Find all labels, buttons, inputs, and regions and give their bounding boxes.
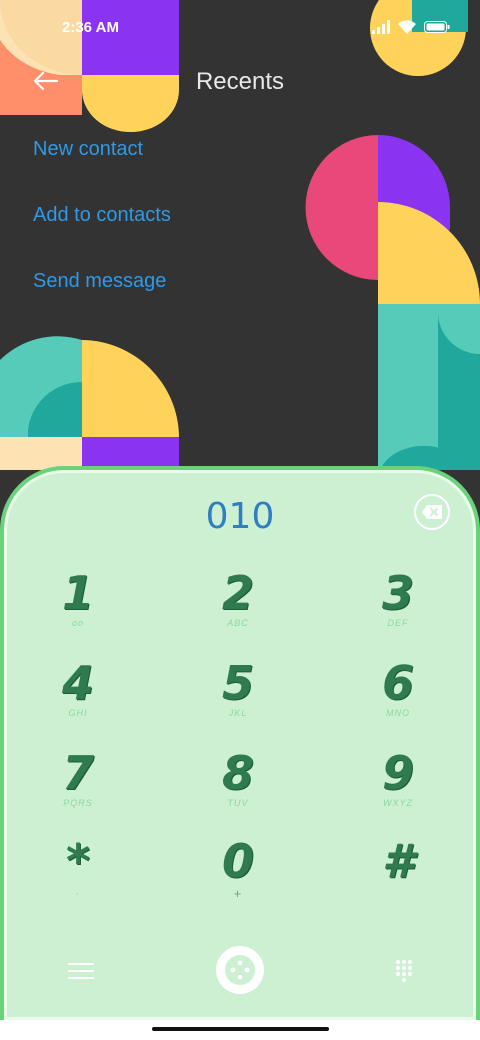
- key-9[interactable]: 9 WXYZ: [343, 746, 453, 826]
- key-digit: 5: [221, 656, 254, 710]
- home-gesture-handle[interactable]: [152, 1027, 329, 1031]
- key-digit: 1: [61, 566, 94, 620]
- key-letters: oo: [71, 618, 84, 628]
- key-digit: 3: [381, 566, 414, 620]
- key-6[interactable]: 6 MNO: [343, 656, 453, 736]
- add-to-contacts-link[interactable]: Add to contacts: [33, 204, 171, 227]
- backspace-icon: [422, 505, 442, 519]
- key-hash[interactable]: #: [343, 834, 453, 914]
- key-letters: GHI: [68, 708, 88, 718]
- key-letters: TUV: [227, 798, 249, 808]
- keypad-icon: [395, 959, 413, 983]
- key-letters: WXYZ: [383, 798, 413, 808]
- key-letters: +: [233, 886, 243, 901]
- status-icons: [372, 20, 450, 34]
- new-contact-link[interactable]: New contact: [33, 138, 143, 161]
- key-letters: ,: [76, 886, 80, 896]
- keypad-toggle-button[interactable]: [394, 958, 414, 983]
- key-7[interactable]: 7 PQRS: [23, 746, 133, 826]
- menu-button[interactable]: [68, 960, 94, 982]
- key-4[interactable]: 4 GHI: [23, 656, 133, 736]
- wifi-icon: [398, 20, 416, 34]
- status-time: 2:36 AM: [62, 19, 119, 36]
- key-digit: 9: [381, 746, 414, 800]
- dialed-number: 010: [205, 496, 275, 537]
- key-letters: DEF: [387, 618, 409, 628]
- key-digit: 6: [381, 656, 414, 710]
- dialer-panel: 010 1 oo 2 ABC 3 DEF 4 GHI 5 JKL 6 MNO 7…: [0, 466, 480, 1020]
- key-3[interactable]: 3 DEF: [343, 566, 453, 646]
- key-digit: 2: [221, 566, 254, 620]
- backspace-button[interactable]: [414, 494, 450, 530]
- key-1[interactable]: 1 oo: [23, 566, 133, 646]
- key-8[interactable]: 8 TUV: [183, 746, 293, 826]
- key-star[interactable]: * ,: [23, 834, 133, 914]
- call-button[interactable]: [216, 946, 264, 994]
- menu-icon: [68, 963, 94, 965]
- menu-icon-line: [68, 970, 94, 972]
- call-dots: [230, 960, 250, 980]
- page-title: Recents: [195, 68, 285, 95]
- call-icon: [225, 955, 255, 985]
- key-letters: PQRS: [63, 798, 93, 808]
- key-digit: *: [65, 834, 91, 888]
- key-digit: 7: [61, 746, 94, 800]
- signal-icon: [372, 20, 390, 34]
- send-message-link[interactable]: Send message: [33, 270, 166, 293]
- key-2[interactable]: 2 ABC: [183, 566, 293, 646]
- key-digit: 4: [61, 656, 94, 710]
- key-digit: 8: [221, 746, 254, 800]
- key-letters: ABC: [227, 618, 249, 628]
- key-digit: #: [381, 834, 414, 888]
- menu-icon-line: [68, 977, 94, 979]
- key-letters: MNO: [386, 708, 410, 718]
- key-0[interactable]: 0 +: [183, 834, 293, 914]
- key-digit: 0: [221, 834, 254, 888]
- key-letters: JKL: [228, 708, 248, 718]
- key-5[interactable]: 5 JKL: [183, 656, 293, 736]
- battery-icon: [424, 21, 450, 33]
- status-bar: 2:36 AM: [0, 0, 480, 56]
